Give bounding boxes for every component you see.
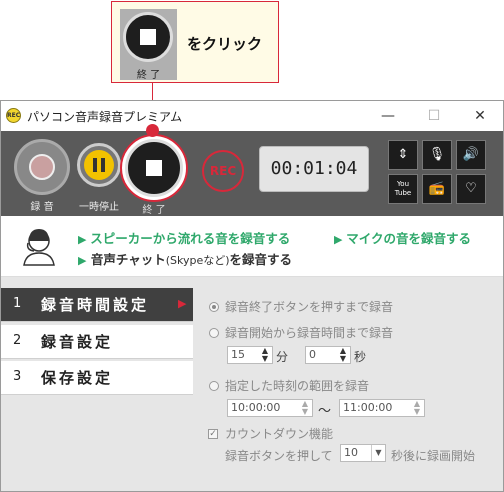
speaker-icon[interactable]: 🔊 <box>456 140 486 170</box>
stop-icon <box>140 29 156 45</box>
stop-button-thumbnail: 終 了 <box>120 9 177 81</box>
radio-duration[interactable] <box>209 328 219 338</box>
radio-until-stop[interactable] <box>209 302 219 312</box>
stop-icon <box>146 160 162 176</box>
quick-links: ▶ スピーカーから流れる音を録音する ▶ マイクの音を録音する ▶ 音声チャット… <box>1 216 503 277</box>
resize-icon[interactable]: ⇕ <box>388 140 418 170</box>
elapsed-timer: 00:01:04 <box>259 146 369 192</box>
record-button[interactable] <box>14 139 70 195</box>
youtube-icon[interactable]: You Tube <box>388 174 418 204</box>
end-time-spinner-icon: ▲ ▼ <box>413 399 421 416</box>
pause-icon <box>84 150 114 180</box>
start-time-spinner-icon: ▲ ▼ <box>301 399 309 416</box>
time-range-separator: 〜 <box>318 404 332 419</box>
close-button[interactable]: ✕ <box>457 101 503 131</box>
operator-headset-icon <box>18 225 60 267</box>
opt-duration-label: 録音開始から録音時間まで録音 <box>225 326 394 340</box>
countdown-prefix: 録音ボタンを押して <box>225 449 333 463</box>
callout-pointer-dot <box>146 124 159 137</box>
minutes-spinner-icon: ▲ ▼ <box>261 346 269 363</box>
microphone-icon[interactable]: 🎙 <box>422 140 452 170</box>
chevron-down-icon: ▼ <box>371 445 385 461</box>
opt-time-range-label: 指定した時刻の範囲を録音 <box>225 379 370 393</box>
radio-time-range[interactable] <box>209 381 219 391</box>
headset-icon[interactable]: ♡ <box>456 174 486 204</box>
link-speaker-record[interactable]: ▶ スピーカーから流れる音を録音する <box>78 228 290 247</box>
sidebar-item-recording-time[interactable]: 1 録音時間設定 ▶ <box>1 288 193 322</box>
pause-label: 一時停止 <box>79 202 119 213</box>
app-logo-icon: REC <box>6 108 21 123</box>
sidebar-item-save-settings[interactable]: 3 保存設定 <box>1 361 193 395</box>
seconds-spinner-icon: ▲ ▼ <box>339 346 347 363</box>
start-time-input[interactable]: 10:00:00 ▲ ▼ <box>227 399 313 417</box>
settings-area: 1 録音時間設定 ▶ 2 録音設定 3 保存設定 録音終了ボタンを押すまで録音 … <box>1 277 503 491</box>
app-window: REC パソコン音声録音プレミアム — ☐ ✕ 録 音 一時停止 終 了 REC… <box>0 100 504 492</box>
callout-thumb-label: 終 了 <box>136 70 161 81</box>
window-title: パソコン音声録音プレミアム <box>27 110 183 124</box>
link-mic-record[interactable]: ▶ マイクの音を録音する <box>334 228 471 247</box>
countdown-label: カウントダウン機能 <box>225 427 334 441</box>
minimize-button[interactable]: — <box>365 101 411 131</box>
end-time-input[interactable]: 11:00:00 ▲ ▼ <box>339 399 425 417</box>
countdown-select[interactable]: 10 ▼ <box>340 444 386 462</box>
maximize-button[interactable]: ☐ <box>411 101 457 131</box>
stop-button[interactable] <box>120 134 188 202</box>
minutes-unit: 分 <box>276 350 289 364</box>
instruction-callout: 終 了 をクリック <box>111 1 279 83</box>
sidebar-item-recording-settings[interactable]: 2 録音設定 <box>1 325 193 359</box>
countdown-checkbox[interactable]: ✓ <box>208 429 218 439</box>
opt-until-stop-label: 録音終了ボタンを押すまで録音 <box>225 300 394 314</box>
pause-button[interactable] <box>77 143 121 187</box>
radio-icon[interactable]: 📻 <box>422 174 452 204</box>
callout-text: をクリック <box>187 35 263 53</box>
rec-status-badge: REC <box>202 150 244 192</box>
record-icon <box>29 154 55 180</box>
record-label: 録 音 <box>30 202 54 213</box>
seconds-unit: 秒 <box>354 350 367 364</box>
minutes-input[interactable]: 15 ▲ ▼ <box>227 346 273 364</box>
link-voice-chat-record[interactable]: ▶ 音声チャット(Skypeなど)を録音する <box>78 249 292 268</box>
toolbar: 録 音 一時停止 終 了 REC 00:01:04 ⇕ 🎙 🔊 You Tube… <box>1 131 503 216</box>
stop-label: 終 了 <box>142 205 166 216</box>
countdown-suffix: 秒後に録画開始 <box>391 449 476 463</box>
active-arrow-icon: ▶ <box>178 297 187 310</box>
title-bar[interactable]: REC パソコン音声録音プレミアム — ☐ ✕ <box>1 101 503 131</box>
seconds-input[interactable]: 0 ▲ ▼ <box>305 346 351 364</box>
